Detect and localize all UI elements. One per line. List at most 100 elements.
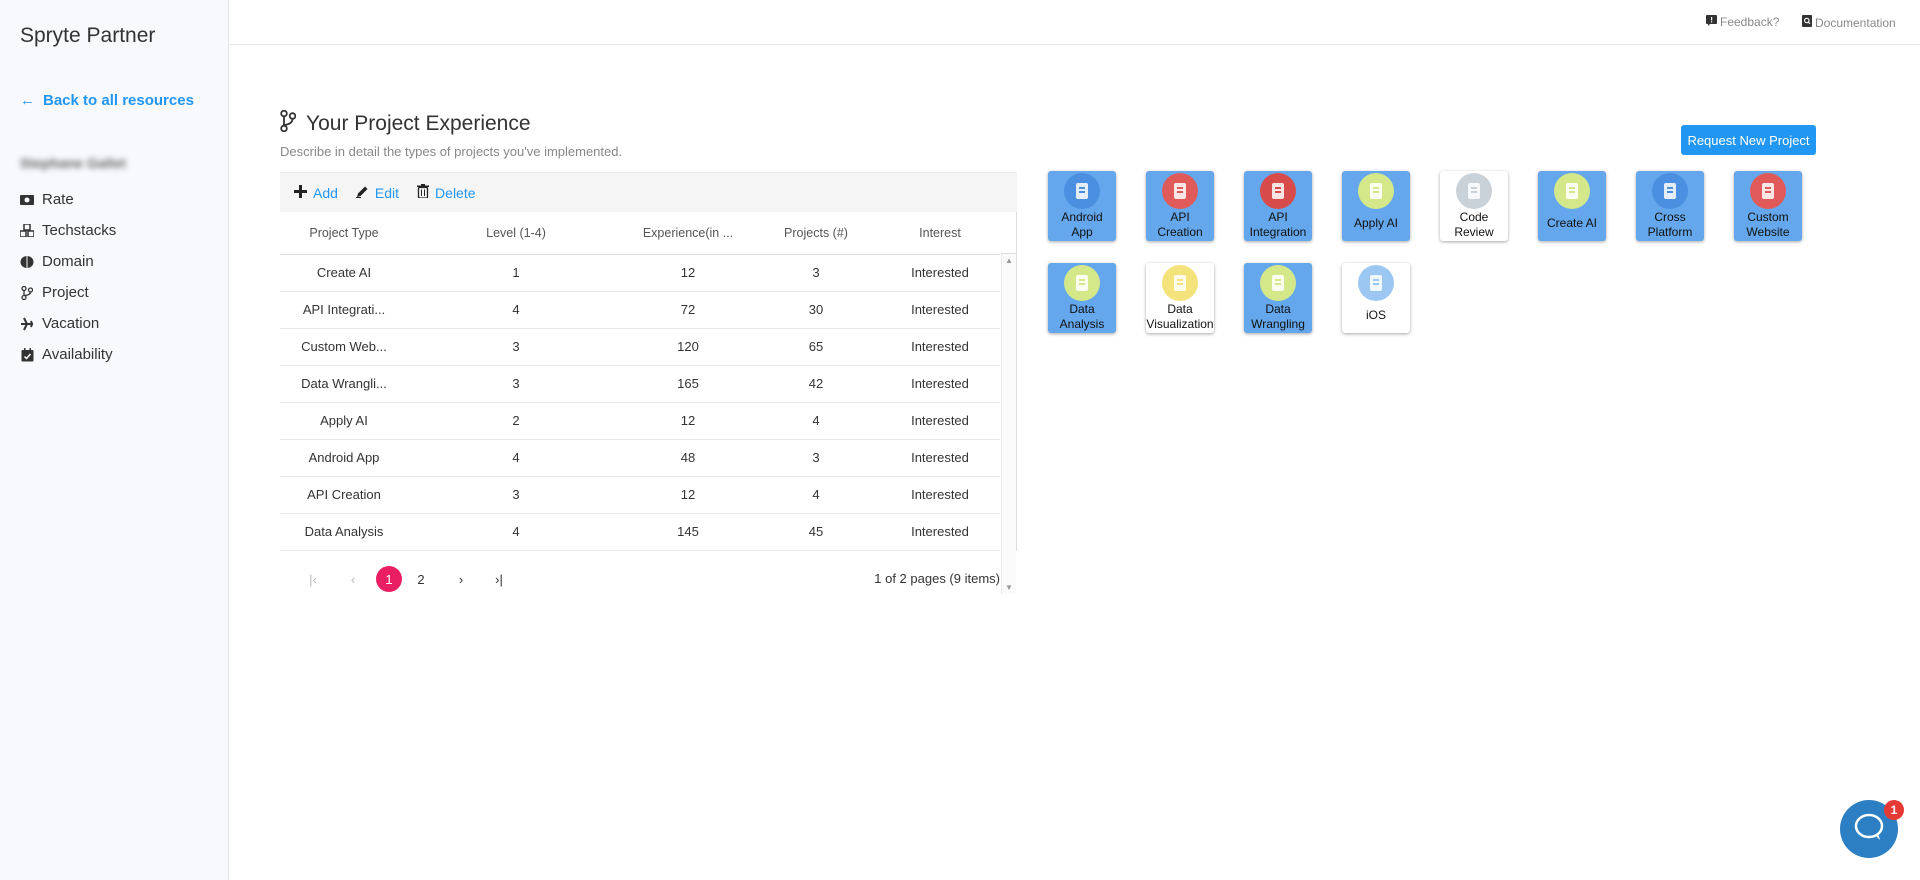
table-cell: 3 — [752, 254, 880, 292]
back-to-resources-link[interactable]: ← Back to all resources — [20, 92, 194, 109]
project-type-icon — [1652, 173, 1688, 209]
delete-button[interactable]: Delete — [417, 184, 476, 201]
table-row[interactable]: API Creation 3 12 4 Interested — [280, 476, 1000, 514]
project-tile-cross-platform[interactable]: Cross Platform — [1636, 171, 1704, 241]
project-tile-label: Website — [1746, 225, 1790, 239]
table-cell: 3 — [408, 365, 624, 403]
column-header-projects[interactable]: Projects (#) — [752, 212, 880, 255]
table-row[interactable]: Apply AI 2 12 4 Interested — [280, 402, 1000, 440]
chat-bubble-icon — [1854, 813, 1884, 846]
feedback-link[interactable]: Feedback? — [1706, 15, 1779, 29]
edit-button[interactable]: Edit — [355, 184, 400, 201]
project-tile-data-analysis[interactable]: Data Analysis — [1048, 263, 1116, 333]
next-page-icon[interactable]: › — [448, 566, 474, 592]
project-tile-label: API — [1268, 210, 1288, 224]
project-type-icon — [1064, 265, 1100, 301]
edit-label: Edit — [374, 184, 400, 201]
branch-icon — [20, 285, 34, 300]
sidebar-item-label: Techstacks — [42, 222, 117, 239]
grid-toolbar: Add Edit Delete — [280, 172, 1017, 212]
project-tile-data-wrangling[interactable]: Data Wrangling — [1244, 263, 1312, 333]
project-tile-label: Custom — [1747, 210, 1789, 224]
page-info: 1 of 2 pages (9 items) — [874, 571, 1000, 586]
table-cell: Android App — [280, 439, 408, 477]
table-cell: 42 — [752, 365, 880, 403]
trash-icon — [417, 184, 430, 201]
table-container: Project Type Level (1-4) Experience(in .… — [280, 212, 1017, 594]
sidebar-item-rate[interactable]: Rate — [20, 184, 116, 215]
sidebar-item-vacation[interactable]: Vacation — [20, 308, 116, 339]
table-row[interactable]: Custom Web... 3 120 65 Interested — [280, 328, 1000, 366]
table-cell: Interested — [880, 291, 1000, 329]
project-tile-apply-ai[interactable]: Apply AI — [1342, 171, 1410, 241]
sidebar-nav: Rate Techstacks Domain Project Vacation … — [20, 184, 116, 370]
sidebar-item-label: Availability — [42, 346, 113, 363]
table-cell: API Creation — [280, 476, 408, 514]
project-tile-android-app[interactable]: Android App — [1048, 171, 1116, 241]
column-header-interest[interactable]: Interest — [880, 212, 1000, 255]
table-cell: Interested — [880, 254, 1000, 292]
project-tile-label: iOS — [1365, 308, 1386, 322]
last-page-icon[interactable]: ›| — [486, 566, 512, 592]
table-cell: 4 — [408, 439, 624, 477]
brand-title: Spryte Partner — [20, 24, 156, 47]
table-cell: Interested — [880, 476, 1000, 514]
table-cell: 2 — [408, 402, 624, 440]
table-row[interactable]: Create AI 1 12 3 Interested — [280, 254, 1000, 292]
delete-label: Delete — [435, 184, 476, 201]
table-cell: Custom Web... — [280, 328, 408, 366]
sidebar-item-label: Rate — [42, 191, 74, 208]
money-icon — [20, 193, 34, 207]
scroll-down-icon[interactable]: ▼ — [1005, 583, 1013, 592]
arrow-left-icon: ← — [20, 92, 35, 109]
table-cell: Apply AI — [280, 402, 408, 440]
table-row[interactable]: Android App 4 48 3 Interested — [280, 439, 1000, 477]
request-new-project-button[interactable]: Request New Project — [1681, 125, 1816, 155]
project-table: Project Type Level (1-4) Experience(in .… — [280, 212, 1000, 551]
project-tile-data-visualization[interactable]: Data Visualization — [1146, 263, 1214, 333]
table-cell: 145 — [624, 513, 752, 551]
first-page-icon[interactable]: |‹ — [300, 566, 326, 592]
page-button-1[interactable]: 1 — [376, 566, 402, 592]
project-tile-code-review[interactable]: Code Review — [1440, 171, 1508, 241]
table-scrollbar[interactable]: ▲ ▼ — [1001, 254, 1016, 594]
column-header-experience[interactable]: Experience(in ... — [624, 212, 752, 255]
cubes-icon — [20, 224, 34, 238]
add-button[interactable]: Add — [294, 184, 338, 201]
table-cell: 4 — [752, 476, 880, 514]
project-tile-custom-website[interactable]: Custom Website — [1734, 171, 1802, 241]
project-tile-label: Code — [1459, 210, 1489, 224]
scroll-up-icon[interactable]: ▲ — [1005, 256, 1013, 265]
project-tile-api-creation[interactable]: API Creation — [1146, 171, 1214, 241]
project-tile-create-ai[interactable]: Create AI — [1538, 171, 1606, 241]
table-row[interactable]: Data Wrangli... 3 165 42 Interested — [280, 365, 1000, 403]
project-tile-label: App — [1071, 225, 1093, 239]
table-cell: 165 — [624, 365, 752, 403]
table-cell: 12 — [624, 402, 752, 440]
table-cell: 45 — [752, 513, 880, 551]
sidebar-item-label: Vacation — [42, 315, 100, 332]
project-tile-label: Creation — [1157, 225, 1203, 239]
table-cell: Interested — [880, 365, 1000, 403]
calendar-check-icon — [20, 347, 34, 362]
sidebar: Spryte Partner ← Back to all resources S… — [0, 0, 229, 880]
table-cell: 12 — [624, 476, 752, 514]
project-type-icon — [1260, 173, 1296, 209]
project-type-icon — [1162, 173, 1198, 209]
prev-page-icon[interactable]: ‹ — [340, 566, 366, 592]
documentation-link[interactable]: Documentation — [1802, 15, 1896, 30]
sidebar-item-techstacks[interactable]: Techstacks — [20, 215, 116, 246]
table-row[interactable]: Data Analysis 4 145 45 Interested — [280, 513, 1000, 551]
project-tile-api-integration[interactable]: API Integration — [1244, 171, 1312, 241]
table-cell: Data Wrangli... — [280, 365, 408, 403]
sidebar-item-project[interactable]: Project — [20, 277, 116, 308]
project-tile-ios[interactable]: iOS — [1342, 263, 1410, 333]
column-header-project-type[interactable]: Project Type — [280, 212, 408, 255]
project-tile-label: Android — [1061, 210, 1103, 224]
sidebar-item-domain[interactable]: Domain — [20, 246, 116, 277]
column-header-level[interactable]: Level (1-4) — [408, 212, 624, 255]
page-button-2[interactable]: 2 — [408, 566, 434, 592]
project-tile-label: Cross — [1654, 210, 1686, 224]
table-row[interactable]: API Integrati... 4 72 30 Interested — [280, 291, 1000, 329]
sidebar-item-availability[interactable]: Availability — [20, 339, 116, 370]
